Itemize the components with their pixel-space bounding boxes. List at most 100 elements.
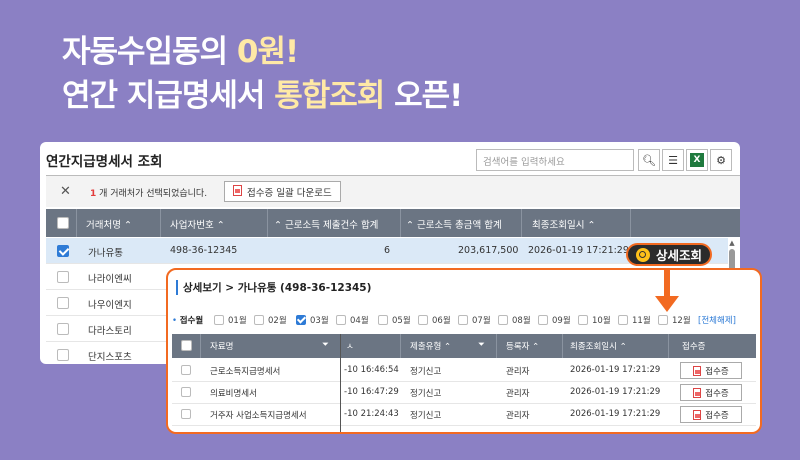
last-query-date: 2026-01-19 17:21:29	[570, 365, 661, 375]
clear-all-link[interactable]: [전체해제]	[698, 314, 736, 326]
checkbox[interactable]	[578, 315, 588, 325]
checkbox[interactable]	[418, 315, 428, 325]
receipt-button[interactable]: 접수증	[680, 384, 742, 401]
month-checkbox[interactable]: 08월	[498, 314, 531, 326]
month-checkbox[interactable]: 04월	[336, 314, 369, 326]
checkbox[interactable]	[214, 315, 224, 325]
last-query-date: 2026-01-19 17:21:29	[570, 409, 661, 419]
row-checkbox[interactable]	[57, 271, 69, 283]
selection-bar: ✕ 1 개 거래처가 선택되었습니다. 접수증 일괄 다운로드	[46, 176, 740, 207]
column-separator	[630, 209, 631, 237]
column-header[interactable]: 거래처명 ⌃	[86, 217, 132, 231]
filter-icon[interactable]: ⏷	[478, 340, 485, 350]
column-label: 접수증	[682, 342, 706, 352]
month-name: 04월	[350, 316, 369, 326]
checkbox[interactable]	[538, 315, 548, 325]
month-checkbox[interactable]: 02월	[254, 314, 287, 326]
magnifier-icon	[635, 247, 650, 262]
arrow-down-icon	[655, 296, 679, 312]
bulk-download-button[interactable]: 접수증 일괄 다운로드	[224, 181, 341, 202]
column-label: 자료명	[210, 342, 234, 352]
search-input[interactable]: 검색어를 입력하세요	[476, 149, 634, 171]
column-label: 거래처명	[86, 220, 121, 231]
detail-title: 상세보기 > 가나유통 (498-36-12345)	[176, 280, 371, 295]
settings-button[interactable]: ⚙	[710, 149, 732, 171]
submission-time: -10 16:46:54	[344, 365, 399, 375]
column-header: 접수증	[682, 340, 705, 352]
headline-line-1: 자동수임동의 0원!	[62, 30, 462, 74]
detail-panel: 상세보기 > 가나유통 (498-36-12345) • 접수월 01월 02월…	[166, 268, 762, 434]
month-checkbox[interactable]: 11월	[618, 314, 651, 326]
month-checkbox[interactable]: 05월	[378, 314, 411, 326]
submission-count: 6	[384, 245, 391, 256]
column-header[interactable]: 제출유형 ⌃	[410, 340, 451, 352]
column-header[interactable]: 자료명	[210, 340, 233, 352]
column-header[interactable]: 최종조회일시 ⌃	[532, 217, 595, 231]
row-checkbox[interactable]	[57, 323, 69, 335]
month-name: 12월	[672, 316, 691, 326]
receipt-label: 접수증	[705, 388, 729, 399]
receipt-label: 접수증	[705, 410, 729, 421]
checkbox[interactable]	[336, 315, 346, 325]
month-checkbox[interactable]: 10월	[578, 314, 611, 326]
column-header[interactable]: 등록자 ⌃	[506, 340, 539, 352]
month-name: 09월	[552, 316, 571, 326]
month-name: 01월	[228, 316, 247, 326]
selection-status: 1 개 거래처가 선택되었습니다.	[90, 186, 207, 199]
month-checkbox[interactable]: 07월	[458, 314, 491, 326]
pdf-icon	[693, 365, 702, 376]
search-button[interactable]: 🔍︎	[638, 149, 660, 171]
last-query-date: 2026-01-19 17:21:29	[570, 387, 661, 397]
clear-selection-icon[interactable]: ✕	[60, 184, 71, 199]
row-checkbox[interactable]	[181, 365, 191, 375]
receipt-button[interactable]: 접수증	[680, 362, 742, 379]
table-row[interactable]: 의료비명세서 -10 16:47:29 정기신고 관리자 2026-01-19 …	[172, 382, 756, 404]
checkbox[interactable]	[658, 315, 668, 325]
client-name: 다라스토리	[88, 326, 132, 337]
column-label: 최종조회일시	[570, 342, 617, 352]
scroll-up-icon[interactable]: ▲	[728, 239, 736, 247]
checkbox[interactable]	[296, 315, 306, 325]
month-label: 접수월	[179, 316, 204, 326]
column-separator	[160, 209, 161, 237]
table-row[interactable]: 근로소득지급명세서 -10 16:46:54 정기신고 관리자 2026-01-…	[172, 360, 756, 382]
column-header[interactable]: 사업자번호 ⌃	[170, 217, 225, 231]
month-checkbox[interactable]: 12월	[658, 314, 691, 326]
table-row[interactable]: 거주자 사업소득지급명세서 -10 21:24:43 정기신고 관리자 2026…	[172, 404, 756, 426]
list-view-button[interactable]: ☰	[662, 149, 684, 171]
receipt-button[interactable]: 접수증	[680, 406, 742, 423]
client-name: 나우이엔지	[88, 300, 132, 311]
month-checkbox[interactable]: 03월	[296, 314, 329, 326]
checkbox[interactable]	[378, 315, 388, 325]
column-resize-line	[340, 334, 341, 432]
month-checkbox[interactable]: 01월	[214, 314, 247, 326]
select-all-checkbox[interactable]	[181, 340, 192, 351]
column-separator	[400, 209, 401, 237]
column-header[interactable]: ⌃ 근로소득 총금액 합계	[406, 217, 502, 231]
headline-accent: 통합조회	[274, 78, 385, 114]
checkbox[interactable]	[254, 315, 264, 325]
checkbox[interactable]	[498, 315, 508, 325]
column-separator	[668, 334, 669, 358]
pdf-icon	[693, 409, 702, 420]
month-name: 06월	[432, 316, 451, 326]
excel-export-button[interactable]: X	[686, 149, 708, 171]
column-header[interactable]: ⌃ 근로소득 제출건수 합계	[274, 217, 378, 231]
row-checkbox[interactable]	[57, 349, 69, 361]
row-checkbox[interactable]	[57, 297, 69, 309]
column-header[interactable]: 최종조회일시 ⌃	[570, 340, 627, 352]
month-checkbox[interactable]: 06월	[418, 314, 451, 326]
gear-icon: ⚙	[716, 153, 726, 167]
row-checkbox[interactable]	[57, 245, 69, 257]
receipt-label: 접수증	[705, 366, 729, 377]
checkbox[interactable]	[458, 315, 468, 325]
column-separator	[76, 209, 77, 237]
row-checkbox[interactable]	[181, 409, 191, 419]
checkbox[interactable]	[618, 315, 628, 325]
row-checkbox[interactable]	[181, 387, 191, 397]
select-all-checkbox[interactable]	[57, 217, 69, 229]
filter-icon[interactable]: ⏷	[322, 340, 329, 350]
month-name: 08월	[512, 316, 531, 326]
month-checkbox[interactable]: 09월	[538, 314, 571, 326]
detail-view-button[interactable]: 상세조회	[626, 243, 712, 266]
